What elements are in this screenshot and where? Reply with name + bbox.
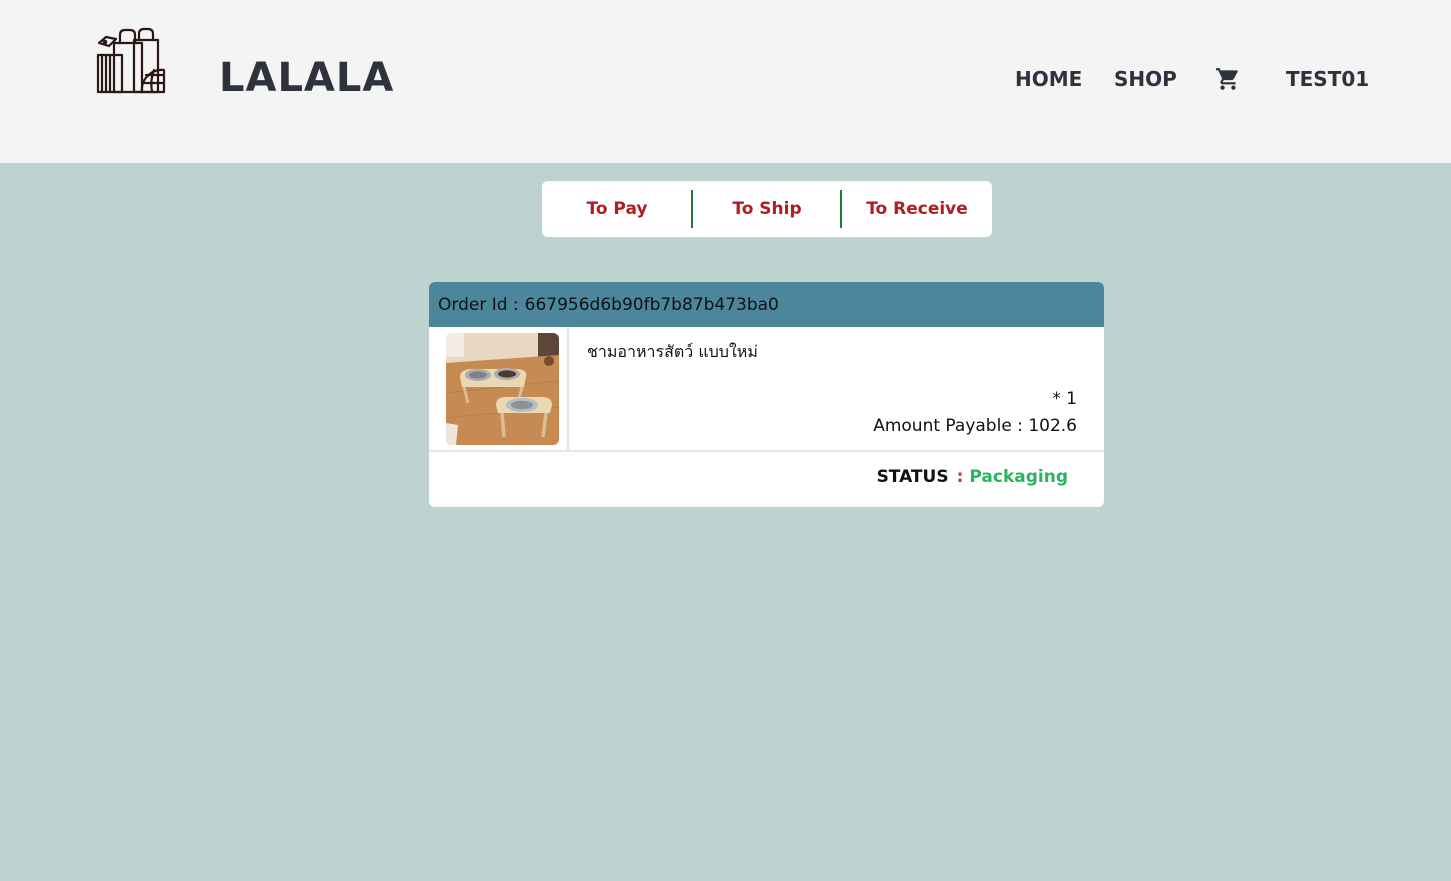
status-label: STATUS [876, 467, 949, 487]
amount-value: 102.6 [1028, 416, 1077, 436]
tab-to-pay[interactable]: To Pay [542, 181, 692, 237]
order-card: Order Id : 667956d6b90fb7b87b473ba0 ชามอ… [429, 282, 1104, 507]
site-header: LALALA HOME SHOP TEST01 [0, 0, 1451, 163]
order-header: Order Id : 667956d6b90fb7b87b473ba0 [429, 282, 1104, 327]
order-status-tabs: To Pay To Ship To Receive [542, 181, 992, 237]
tab-to-receive[interactable]: To Receive [842, 181, 992, 237]
status-divider [429, 450, 1104, 452]
nav-user-account[interactable]: TEST01 [1286, 66, 1369, 92]
brand-name[interactable]: LALALA [219, 54, 394, 102]
item-divider [567, 327, 569, 451]
order-id-value: 667956d6b90fb7b87b473ba0 [524, 294, 779, 315]
nav-home-link[interactable]: HOME [1015, 66, 1082, 92]
nav-shop-link[interactable]: SHOP [1114, 66, 1177, 92]
status-value: Packaging [969, 467, 1068, 487]
product-name[interactable]: ชามอาหารสัตว์ แบบใหม่ [587, 340, 758, 365]
tab-to-ship[interactable]: To Ship [692, 181, 842, 237]
shopping-cart-icon[interactable] [1214, 66, 1242, 92]
order-id-label: Order Id : [438, 294, 519, 315]
amount-label: Amount Payable : [873, 416, 1023, 436]
amount-payable: Amount Payable : 102.6 [873, 416, 1077, 436]
product-image[interactable] [446, 333, 559, 445]
order-status: STATUS: Packaging [877, 467, 1068, 487]
logo-shopping-bags-icon[interactable] [96, 27, 166, 95]
product-quantity: * 1 [1052, 389, 1077, 409]
status-separator: : [956, 467, 964, 487]
